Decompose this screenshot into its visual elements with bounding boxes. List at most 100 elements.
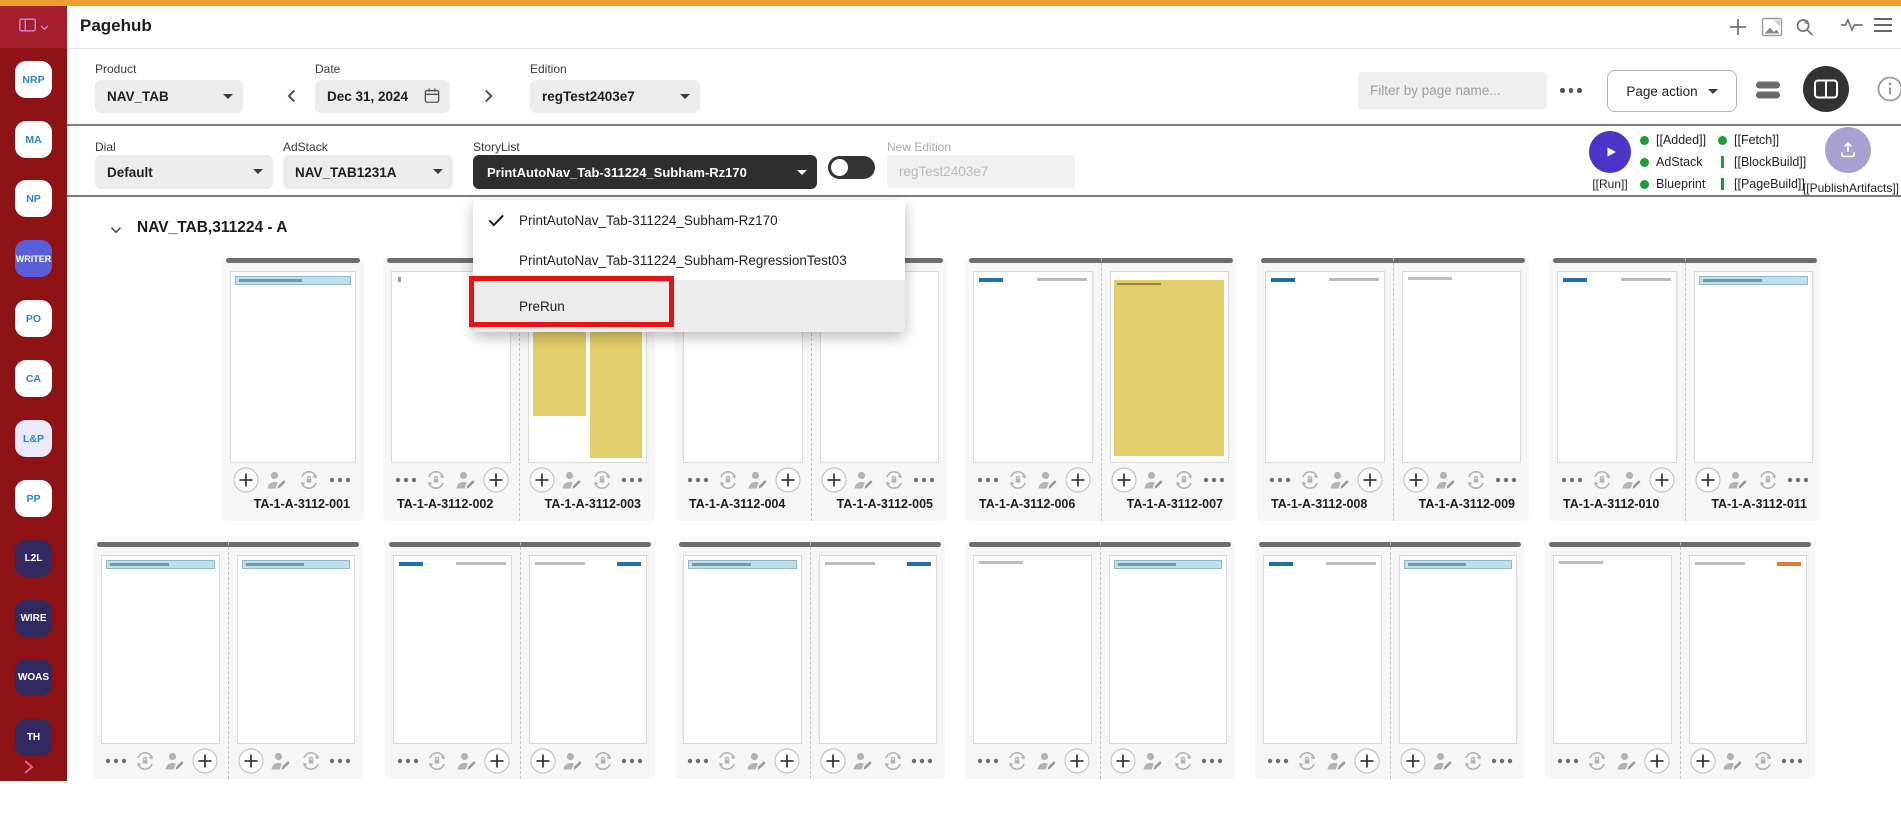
more-icon[interactable] bbox=[395, 748, 421, 774]
sidebar-item-th[interactable]: TH bbox=[15, 719, 52, 756]
add-page-icon[interactable] bbox=[820, 748, 846, 774]
sync-lock-icon[interactable] bbox=[298, 748, 324, 774]
page-thumbnail[interactable] bbox=[1110, 271, 1230, 463]
more-icon[interactable] bbox=[1199, 748, 1225, 774]
page-thumbnail[interactable] bbox=[1402, 271, 1522, 463]
assign-user-icon[interactable] bbox=[851, 467, 877, 493]
assign-user-icon[interactable] bbox=[1720, 748, 1746, 774]
adstack-select[interactable]: NAV_TAB1231A bbox=[283, 155, 453, 189]
add-page-icon[interactable] bbox=[1400, 748, 1426, 774]
list-view-icon[interactable] bbox=[1755, 80, 1781, 105]
page-thumbnail[interactable] bbox=[973, 271, 1093, 463]
add-page-icon[interactable] bbox=[233, 467, 259, 493]
add-page-icon[interactable] bbox=[1064, 748, 1090, 774]
storylist-select[interactable]: PrintAutoNav_Tab-311224_Subham-Rz170 bbox=[473, 155, 817, 189]
info-icon[interactable] bbox=[1877, 76, 1901, 102]
assign-user-icon[interactable] bbox=[1619, 467, 1645, 493]
more-icon[interactable] bbox=[393, 467, 419, 493]
grid-view-toggle[interactable] bbox=[1803, 66, 1849, 112]
sidebar-item-nrp[interactable]: NRP bbox=[15, 61, 52, 98]
page-thumbnail[interactable] bbox=[230, 271, 356, 463]
more-icon[interactable] bbox=[975, 748, 1001, 774]
assign-user-icon[interactable] bbox=[1034, 748, 1060, 774]
sync-lock-icon[interactable] bbox=[1170, 748, 1196, 774]
page-filter-input[interactable] bbox=[1358, 72, 1547, 109]
assign-user-icon[interactable] bbox=[1430, 748, 1456, 774]
assign-user-icon[interactable] bbox=[850, 748, 876, 774]
more-icon[interactable] bbox=[1267, 467, 1293, 493]
edition-toggle[interactable] bbox=[828, 156, 875, 179]
page-thumbnail[interactable] bbox=[1557, 271, 1677, 463]
date-picker[interactable]: Dec 31, 2024 bbox=[315, 80, 450, 113]
sync-lock-icon[interactable] bbox=[423, 467, 449, 493]
menu-icon[interactable] bbox=[1872, 16, 1896, 40]
add-page-icon[interactable] bbox=[775, 467, 801, 493]
sidebar-item-l2l[interactable]: L2L bbox=[15, 540, 52, 577]
storylist-menu-item[interactable]: PrintAutoNav_Tab-311224_Subham-Regressio… bbox=[473, 240, 905, 280]
assign-user-icon[interactable] bbox=[268, 748, 294, 774]
assign-user-icon[interactable] bbox=[1324, 748, 1350, 774]
sync-lock-icon[interactable] bbox=[590, 748, 616, 774]
add-page-icon[interactable] bbox=[238, 748, 264, 774]
add-page-icon[interactable] bbox=[483, 467, 509, 493]
sidebar-expand-chevron-icon[interactable] bbox=[18, 757, 40, 779]
add-page-icon[interactable] bbox=[1649, 467, 1675, 493]
image-edit-icon[interactable] bbox=[1760, 16, 1784, 40]
more-icon[interactable] bbox=[619, 467, 645, 493]
page-thumbnail[interactable] bbox=[683, 555, 802, 744]
page-thumbnail[interactable] bbox=[101, 555, 220, 744]
publish-button[interactable] bbox=[1825, 127, 1871, 173]
add-icon[interactable] bbox=[1727, 16, 1751, 40]
assign-user-icon[interactable] bbox=[1035, 467, 1061, 493]
add-page-icon[interactable] bbox=[1690, 748, 1716, 774]
page-thumbnail[interactable] bbox=[1109, 555, 1228, 744]
add-page-icon[interactable] bbox=[774, 748, 800, 774]
sidebar-item-writer[interactable]: WRITER bbox=[15, 240, 52, 277]
page-thumbnail[interactable] bbox=[1553, 555, 1672, 744]
page-thumbnail[interactable] bbox=[1265, 271, 1385, 463]
assign-user-icon[interactable] bbox=[744, 748, 770, 774]
assign-user-icon[interactable] bbox=[1433, 467, 1459, 493]
sync-lock-icon[interactable] bbox=[1755, 467, 1781, 493]
sync-lock-icon[interactable] bbox=[1589, 467, 1615, 493]
page-thumbnail[interactable] bbox=[1263, 555, 1382, 744]
add-page-icon[interactable] bbox=[1354, 748, 1380, 774]
sync-lock-icon[interactable] bbox=[1297, 467, 1323, 493]
assign-user-icon[interactable] bbox=[1141, 467, 1167, 493]
sync-lock-icon[interactable] bbox=[296, 467, 322, 493]
assign-user-icon[interactable] bbox=[1614, 748, 1640, 774]
sidebar-item-pp[interactable]: PP bbox=[15, 480, 52, 517]
add-page-icon[interactable] bbox=[1357, 467, 1383, 493]
sync-lock-icon[interactable] bbox=[715, 467, 741, 493]
assign-user-icon[interactable] bbox=[162, 748, 188, 774]
assign-user-icon[interactable] bbox=[453, 467, 479, 493]
assign-user-icon[interactable] bbox=[1327, 467, 1353, 493]
add-page-icon[interactable] bbox=[530, 748, 556, 774]
assign-user-icon[interactable] bbox=[1140, 748, 1166, 774]
add-page-icon[interactable] bbox=[1695, 467, 1721, 493]
add-page-icon[interactable] bbox=[821, 467, 847, 493]
sync-lock-icon[interactable] bbox=[132, 748, 158, 774]
page-thumbnail[interactable] bbox=[1689, 555, 1808, 744]
sidebar-item-woas[interactable]: WOAS bbox=[15, 659, 52, 696]
date-prev-icon[interactable] bbox=[281, 85, 303, 107]
sync-lock-icon[interactable] bbox=[880, 748, 906, 774]
page-thumbnail[interactable] bbox=[529, 555, 648, 744]
run-button[interactable] bbox=[1589, 131, 1631, 173]
sync-lock-icon[interactable] bbox=[1463, 467, 1489, 493]
sync-lock-icon[interactable] bbox=[1005, 467, 1031, 493]
assign-user-icon[interactable] bbox=[264, 467, 290, 493]
more-icon[interactable] bbox=[103, 748, 129, 774]
more-icon[interactable] bbox=[1559, 467, 1585, 493]
add-page-icon[interactable] bbox=[484, 748, 510, 774]
sync-lock-icon[interactable] bbox=[1171, 467, 1197, 493]
add-page-icon[interactable] bbox=[1065, 467, 1091, 493]
sidebar-item-np[interactable]: NP bbox=[15, 180, 52, 217]
more-icon[interactable] bbox=[909, 748, 935, 774]
assign-user-icon[interactable] bbox=[559, 467, 585, 493]
search-icon[interactable] bbox=[1793, 16, 1817, 40]
sync-lock-icon[interactable] bbox=[1294, 748, 1320, 774]
assign-user-icon[interactable] bbox=[560, 748, 586, 774]
activity-icon[interactable] bbox=[1840, 16, 1864, 40]
sync-lock-icon[interactable] bbox=[1004, 748, 1030, 774]
